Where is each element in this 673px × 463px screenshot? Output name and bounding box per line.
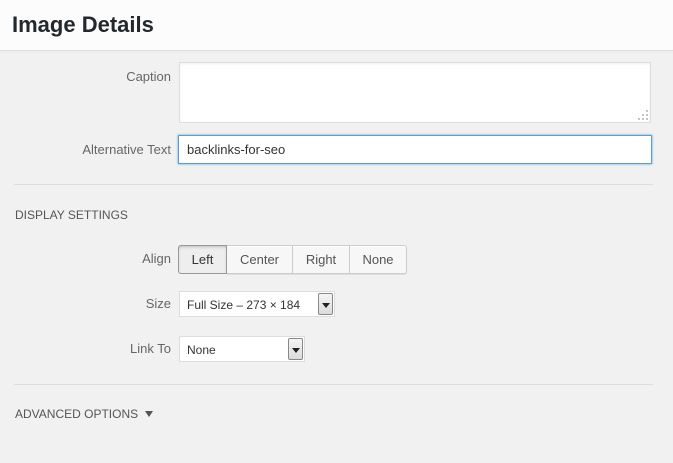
align-left-button[interactable]: Left	[178, 245, 227, 274]
advanced-options-toggle[interactable]: ADVANCED OPTIONS	[15, 407, 154, 421]
triangle-down-icon	[145, 411, 154, 417]
chevron-down-icon[interactable]	[288, 338, 303, 360]
align-right-button[interactable]: Right	[293, 245, 350, 274]
alt-text-input[interactable]: backlinks-for-seo	[178, 135, 652, 164]
advanced-options-heading: ADVANCED OPTIONS	[15, 407, 139, 421]
align-none-button[interactable]: None	[350, 245, 407, 274]
align-label: Align	[142, 251, 171, 266]
size-select-value: Full Size – 273 × 184	[187, 298, 301, 312]
display-settings-heading: DISPLAY SETTINGS	[15, 208, 128, 222]
alt-text-label: Alternative Text	[82, 142, 171, 157]
chevron-down-icon[interactable]	[318, 293, 333, 315]
size-label: Size	[145, 296, 171, 311]
link-to-select-value: None	[187, 343, 216, 357]
link-to-label: Link To	[130, 341, 171, 356]
caption-label: Caption	[126, 69, 171, 84]
align-button-group: Left Center Right None	[178, 245, 407, 274]
caption-textarea[interactable]	[179, 62, 651, 123]
modal-header: Image Details	[0, 0, 673, 51]
size-select[interactable]: Full Size – 273 × 184	[179, 291, 335, 317]
divider	[14, 384, 653, 385]
link-to-select[interactable]: None	[179, 336, 305, 362]
page-title: Image Details	[12, 12, 154, 37]
divider	[14, 184, 653, 185]
resize-grip-icon[interactable]	[638, 110, 648, 120]
align-center-button[interactable]: Center	[227, 245, 293, 274]
